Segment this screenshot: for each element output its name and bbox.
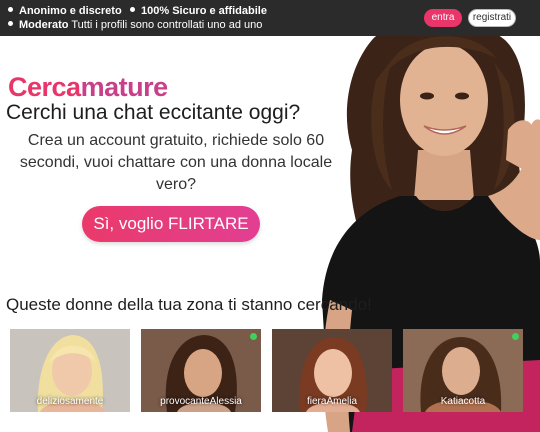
bullet-icon (8, 21, 13, 26)
logo-part-2: mature (80, 72, 169, 102)
login-button[interactable]: entra (424, 9, 462, 27)
bullet-icon (8, 7, 13, 12)
feature-moderated-text: Tutti i profili sono controllati uno ad … (71, 19, 263, 31)
hero-subtitle: Crea un account gratuito, richiede solo … (19, 132, 333, 193)
register-button[interactable]: registrati (468, 9, 516, 27)
profiles-section-title: Queste donne della tua zona ti stanno ce… (6, 295, 372, 314)
top-bar: Anonimo e discreto 100% Sicuro e affidab… (0, 0, 540, 36)
online-status-icon (512, 333, 519, 340)
profile-name: Katiacotta (440, 396, 486, 407)
profile-card[interactable]: fieraAmelia (272, 329, 392, 412)
site-logo[interactable]: Cercamature (8, 72, 168, 102)
online-status-icon (250, 333, 257, 340)
logo-part-1: Cerca (8, 72, 81, 102)
feature-moderated: Moderato Tutti i profili sono controllat… (8, 19, 262, 32)
feature-anonymous: Anonimo e discreto (8, 5, 122, 18)
profile-name: provocanteAlessia (160, 396, 242, 407)
profile-card[interactable]: deliziosamente (10, 329, 130, 412)
profile-name: deliziosamente (36, 396, 104, 407)
profile-card[interactable]: Katiacotta (403, 329, 523, 412)
profile-name: fieraAmelia (306, 396, 358, 407)
feature-secure: 100% Sicuro e affidabile (130, 5, 267, 18)
profile-card[interactable]: provocanteAlessia (141, 329, 261, 412)
flirt-cta-button[interactable]: Sì, voglio FLIRTARE (82, 206, 260, 242)
hero-headline: Cerchi una chat eccitante oggi? (6, 101, 301, 124)
bullet-icon (130, 7, 135, 12)
